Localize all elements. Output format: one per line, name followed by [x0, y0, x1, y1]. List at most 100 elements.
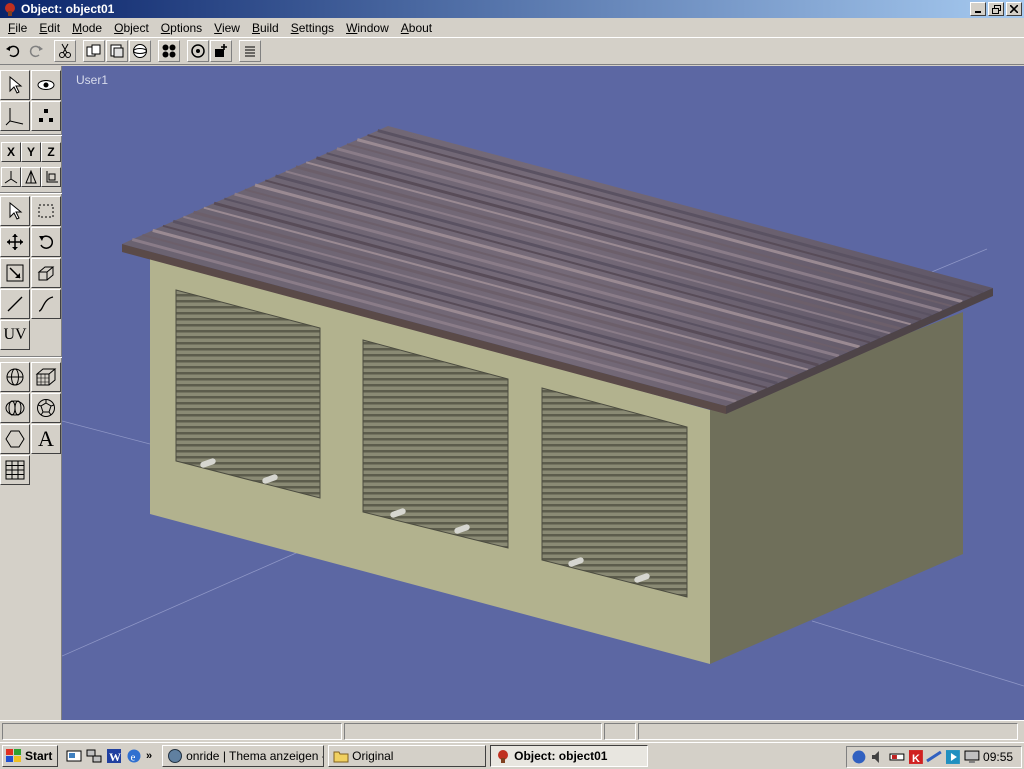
app-window: Object: object01 File Edit Mode Object Optio… [0, 0, 1024, 769]
coord-world-button[interactable] [1, 167, 21, 187]
four-view-button[interactable] [158, 40, 180, 62]
four-view-icon [162, 44, 176, 58]
eye-icon [37, 80, 55, 90]
menu-mode[interactable]: Mode [66, 21, 108, 35]
paste-object-icon [110, 44, 124, 58]
sphere-icon [6, 368, 24, 386]
rect-select-tool-button[interactable] [31, 196, 61, 226]
menu-window[interactable]: Window [340, 21, 395, 35]
rect-select-icon [38, 204, 54, 218]
polyhedron-primitive-button[interactable] [31, 393, 61, 423]
coord-screen-button[interactable] [41, 167, 61, 187]
menu-view[interactable]: View [208, 21, 246, 35]
world-axes-icon [4, 171, 18, 184]
task-button-forum[interactable]: onride | Thema anzeigen - ... [162, 745, 325, 767]
show-desktop-icon[interactable] [66, 748, 82, 764]
axis-x-button[interactable]: X [1, 142, 21, 162]
pick-tool-button[interactable] [0, 196, 30, 226]
polygon-primitive-button[interactable] [0, 424, 30, 454]
list-button[interactable] [239, 40, 261, 62]
window-title: Object: object01 [21, 2, 115, 16]
viewport-label: User1 [76, 73, 109, 87]
points-tool-button[interactable] [31, 101, 61, 131]
redo-button[interactable] [25, 40, 47, 62]
tray-tool-icon[interactable] [926, 749, 943, 765]
status-bar [0, 720, 1024, 742]
antivirus-icon[interactable]: K [908, 749, 924, 765]
minimize-icon [975, 11, 981, 13]
copy-object-icon [86, 44, 101, 57]
menu-settings[interactable]: Settings [285, 21, 340, 35]
menu-build[interactable]: Build [246, 21, 285, 35]
status-pane-3 [604, 723, 636, 740]
app-icon [5, 3, 15, 16]
menu-edit[interactable]: Edit [33, 21, 66, 35]
system-tray: K 09:55 [846, 746, 1022, 768]
rotate-icon [39, 235, 54, 249]
add-object-icon [215, 44, 227, 57]
menu-file[interactable]: File [2, 21, 33, 35]
task-label: Object: object01 [514, 749, 608, 763]
hexagon-icon [5, 430, 25, 448]
menu-object[interactable]: Object [108, 21, 155, 35]
svg-text:e: e [131, 752, 136, 764]
browser-icon [168, 749, 183, 763]
display-icon[interactable] [964, 749, 980, 765]
uv-label: UV [3, 326, 27, 343]
coord-local-button[interactable] [21, 167, 41, 187]
sphere-primitive-button[interactable] [0, 362, 30, 392]
start-button[interactable]: Start [2, 745, 58, 767]
line-tool-button[interactable] [0, 289, 30, 319]
internet-explorer-icon[interactable]: e [126, 748, 142, 764]
arrow-select-icon [9, 76, 23, 94]
task-button-object[interactable]: Object: object01 [490, 745, 649, 767]
rotate-view-button[interactable] [187, 40, 209, 62]
box-grid-icon [35, 368, 57, 386]
move-tool-button[interactable] [0, 227, 30, 257]
add-object-button[interactable] [210, 40, 232, 62]
svg-text:K: K [912, 753, 920, 765]
network-icon[interactable] [86, 748, 102, 764]
volume-icon[interactable] [870, 749, 886, 765]
menu-options[interactable]: Options [155, 21, 208, 35]
torus-icon [5, 400, 25, 416]
text-primitive-button[interactable]: A [31, 424, 61, 454]
extrude-tool-button[interactable] [31, 258, 61, 288]
uv-tool-button[interactable]: UV [0, 320, 30, 350]
curve-tool-button[interactable] [31, 289, 61, 319]
scale-tool-button[interactable] [0, 258, 30, 288]
grid-box-primitive-button[interactable] [31, 362, 61, 392]
taskbar: Start W e » onride | Thema anzeigen - ..… [0, 742, 1024, 769]
network-status-icon[interactable] [851, 749, 867, 765]
copy-object-button[interactable] [83, 40, 105, 62]
status-pane-2 [344, 723, 602, 740]
grid-primitive-button[interactable] [0, 455, 30, 485]
quick-launch: W e » [66, 748, 152, 764]
folder-icon [333, 751, 349, 763]
menu-about[interactable]: About [395, 21, 438, 35]
media-player-icon[interactable] [945, 749, 961, 765]
axes-tool-button[interactable] [0, 101, 30, 131]
axis-y-button[interactable]: Y [21, 142, 41, 162]
axis-z-button[interactable]: Z [41, 142, 61, 162]
restore-button[interactable] [988, 2, 1004, 16]
cut-icon [59, 43, 71, 58]
text-tool-label: A [38, 426, 54, 451]
tray-app-icon[interactable] [889, 749, 905, 765]
undo-button[interactable] [2, 40, 24, 62]
minimize-button[interactable] [970, 2, 986, 16]
quick-launch-overflow-icon[interactable]: » [146, 750, 152, 762]
3d-viewport[interactable]: User1 [62, 66, 1024, 720]
render-sphere-button[interactable] [129, 40, 151, 62]
torus-primitive-button[interactable] [0, 393, 30, 423]
cut-button[interactable] [54, 40, 76, 62]
task-button-original[interactable]: Original [328, 745, 487, 767]
rotate-tool-button[interactable] [31, 227, 61, 257]
select-tool-button[interactable] [0, 70, 30, 100]
close-button[interactable] [1006, 2, 1022, 16]
paste-object-button[interactable] [106, 40, 128, 62]
word-icon[interactable]: W [106, 748, 122, 764]
task-label: onride | Thema anzeigen - ... [186, 749, 325, 763]
view-tool-button[interactable] [31, 70, 61, 100]
title-bar[interactable]: Object: object01 [0, 0, 1024, 18]
